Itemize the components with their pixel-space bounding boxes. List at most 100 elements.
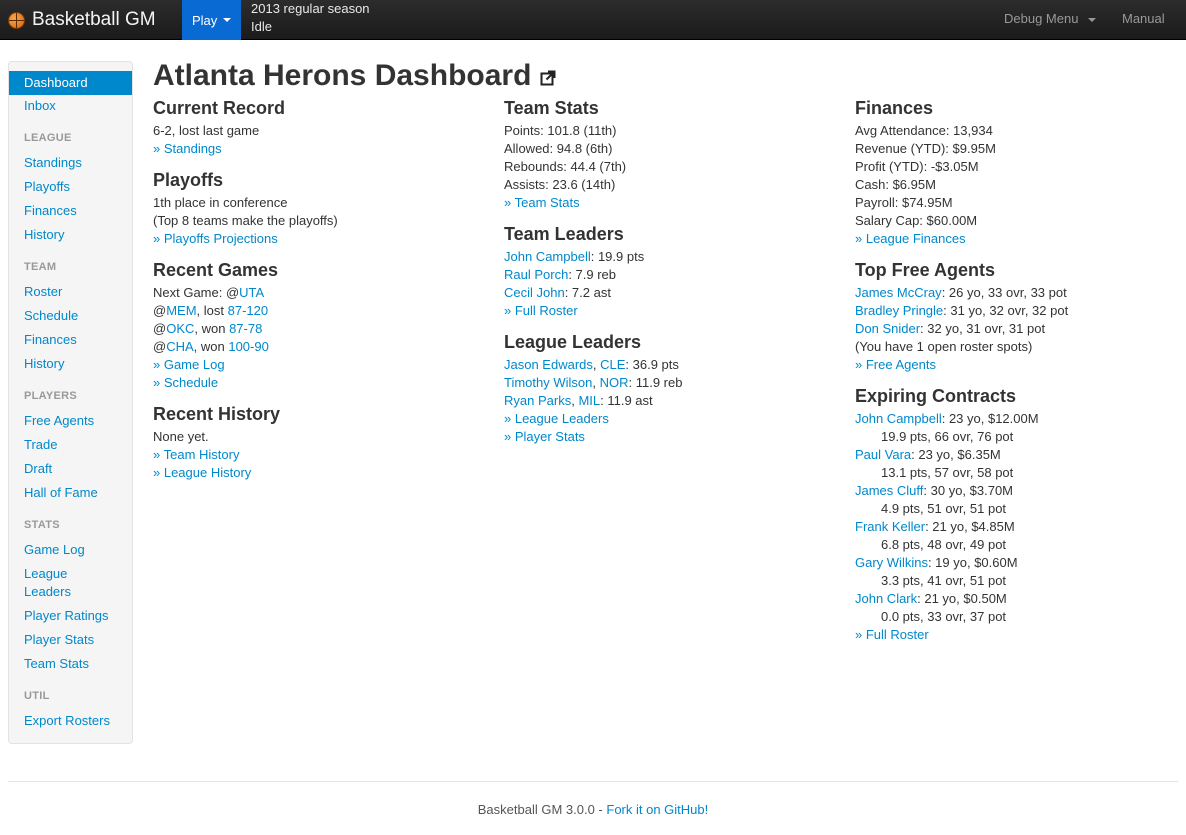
- manual-link[interactable]: Manual: [1122, 11, 1165, 26]
- sidebar-item-inbox[interactable]: Inbox: [9, 97, 132, 115]
- game-at: @: [153, 339, 167, 354]
- play-menu-button[interactable]: Play: [182, 0, 241, 40]
- full-roster-link[interactable]: » Full Roster: [855, 626, 1039, 644]
- debug-menu-button[interactable]: Debug Menu: [1004, 11, 1097, 26]
- full-roster-link[interactable]: » Full Roster: [504, 302, 644, 320]
- sidebar-item-free-agents[interactable]: Free Agents: [9, 412, 132, 430]
- schedule-link[interactable]: » Schedule: [153, 374, 278, 392]
- sidebar-item-league-finances[interactable]: Finances: [9, 202, 132, 220]
- player-link[interactable]: Ryan Parks: [504, 393, 571, 408]
- game-result: , won: [193, 339, 229, 354]
- brand-link[interactable]: Basketball GM: [8, 8, 156, 32]
- playoffs-place: 1th place in conference: [153, 195, 288, 210]
- league-finances-link[interactable]: » League Finances: [855, 230, 996, 248]
- player-link[interactable]: John Campbell: [855, 411, 942, 426]
- player-link[interactable]: James Cluff: [855, 483, 923, 498]
- league-leaders-label-line2: Leaders: [24, 584, 71, 599]
- sidebar-item-dashboard[interactable]: Dashboard: [9, 71, 132, 95]
- github-link[interactable]: Fork it on GitHub!: [606, 802, 708, 817]
- player-link[interactable]: James McCray: [855, 285, 942, 300]
- sidebar-item-draft[interactable]: Draft: [9, 460, 132, 478]
- sidebar-item-player-stats[interactable]: Player Stats: [9, 631, 132, 649]
- contract-info: : 30 yo, $3.70M: [923, 483, 1014, 498]
- sidebar-item-team-finances[interactable]: Finances: [9, 331, 132, 349]
- sidebar-item-playoffs[interactable]: Playoffs: [9, 178, 132, 196]
- leader-stat: : 7.2 ast: [564, 285, 611, 300]
- player-link[interactable]: Bradley Pringle: [855, 303, 943, 318]
- salary-cap: Salary Cap: $60.00M: [855, 213, 978, 228]
- sidebar-section-league: LEAGUE: [24, 132, 72, 144]
- chevron-down-icon: [223, 18, 232, 22]
- team-history-link[interactable]: » Team History: [153, 446, 280, 464]
- recent-history-text: None yet.: [153, 429, 209, 444]
- sidebar-item-team-stats[interactable]: Team Stats: [9, 655, 132, 673]
- recent-games-heading: Recent Games: [153, 260, 279, 280]
- playoffs-section: Playoffs 1th place in conference (Top 8 …: [153, 170, 338, 248]
- team-leader-row: John Campbell: 19.9 pts: [504, 248, 644, 266]
- player-stats-link[interactable]: » Player Stats: [504, 428, 682, 446]
- player-link[interactable]: Timothy Wilson: [504, 375, 592, 390]
- game-result: , won: [194, 321, 230, 336]
- next-game: Next Game: @UTA: [153, 284, 278, 302]
- sidebar-item-player-ratings[interactable]: Player Ratings: [9, 607, 132, 625]
- sidebar-item-roster[interactable]: Roster: [9, 283, 132, 301]
- free-agents-link[interactable]: » Free Agents: [855, 356, 1068, 374]
- league-leader-row: Timothy Wilson, NOR: 11.9 reb: [504, 375, 683, 390]
- season-label: 2013 regular season: [251, 1, 370, 16]
- sidebar-item-game-log[interactable]: Game Log: [9, 541, 132, 559]
- season-status: 2013 regular season Idle: [251, 0, 370, 36]
- standings-link[interactable]: » Standings: [153, 140, 285, 158]
- stat-rebounds: Rebounds: 44.4 (7th): [504, 159, 627, 174]
- footer-version: Basketball GM 3.0.0 -: [477, 802, 607, 817]
- game-log-link[interactable]: » Game Log: [153, 356, 278, 374]
- player-link[interactable]: John Campbell: [504, 249, 591, 264]
- sidebar-item-standings[interactable]: Standings: [9, 154, 132, 172]
- player-link[interactable]: Cecil John: [504, 285, 565, 300]
- contract-info: : 23 yo, $12.00M: [941, 411, 1039, 426]
- player-link[interactable]: Raul Porch: [504, 267, 568, 282]
- team-stats-link[interactable]: » Team Stats: [504, 194, 626, 212]
- team-link[interactable]: NOR: [600, 375, 629, 390]
- recent-games-section: Recent Games Next Game: @UTA @MEM, lost …: [153, 260, 278, 392]
- game-score-link[interactable]: 87-120: [228, 303, 268, 318]
- game-team-link[interactable]: CHA: [166, 339, 193, 354]
- game-score-link[interactable]: 87-78: [229, 321, 262, 336]
- sidebar-item-trade[interactable]: Trade: [9, 436, 132, 454]
- avg-attendance: Avg Attendance: 13,934: [855, 123, 993, 138]
- recent-history-heading: Recent History: [153, 404, 281, 424]
- sidebar-item-schedule[interactable]: Schedule: [9, 307, 132, 325]
- top-navbar: Basketball GM Play 2013 regular season I…: [0, 0, 1186, 40]
- sidebar-section-util: UTIL: [24, 690, 50, 702]
- sidebar-item-league-history[interactable]: History: [9, 226, 132, 244]
- external-link-icon[interactable]: [540, 70, 556, 86]
- league-leaders-link[interactable]: » League Leaders: [504, 410, 682, 428]
- sidebar-item-league-leaders[interactable]: League Leaders: [9, 565, 132, 601]
- league-history-link[interactable]: » League History: [153, 464, 280, 482]
- player-link[interactable]: Frank Keller: [855, 519, 925, 534]
- team-stats-heading: Team Stats: [504, 98, 599, 118]
- sidebar-nav: Dashboard Inbox LEAGUE Standings Playoff…: [8, 61, 133, 744]
- game-team-link[interactable]: MEM: [166, 303, 196, 318]
- game-team-link[interactable]: OKC: [166, 321, 194, 336]
- contract-stats: 6.8 pts, 48 ovr, 49 pot: [881, 537, 1007, 552]
- sidebar-item-team-history[interactable]: History: [9, 355, 132, 373]
- playoffs-projections-link[interactable]: » Playoffs Projections: [153, 230, 338, 248]
- game-row: @MEM, lost 87-120: [153, 302, 278, 320]
- player-link[interactable]: Gary Wilkins: [855, 555, 928, 570]
- team-leader-row: Cecil John: 7.2 ast: [504, 284, 644, 302]
- contract-stats: 4.9 pts, 51 ovr, 51 pot: [881, 501, 1007, 516]
- player-link[interactable]: Don Snider: [855, 321, 920, 336]
- team-link[interactable]: MIL: [578, 393, 600, 408]
- game-result: , lost: [196, 303, 228, 318]
- team-link[interactable]: CLE: [600, 357, 625, 372]
- game-score-link[interactable]: 100-90: [228, 339, 268, 354]
- footer-divider: [8, 781, 1178, 782]
- leader-stat: : 11.9 ast: [600, 393, 653, 408]
- contract-row: Gary Wilkins: 19 yo, $0.60M: [855, 554, 1039, 572]
- player-link[interactable]: Jason Edwards: [504, 357, 593, 372]
- player-link[interactable]: Paul Vara: [855, 447, 911, 462]
- sidebar-item-hall-of-fame[interactable]: Hall of Fame: [9, 484, 132, 502]
- next-game-team-link[interactable]: UTA: [239, 285, 264, 300]
- player-link[interactable]: John Clark: [855, 591, 917, 606]
- sidebar-item-export-rosters[interactable]: Export Rosters: [9, 712, 132, 730]
